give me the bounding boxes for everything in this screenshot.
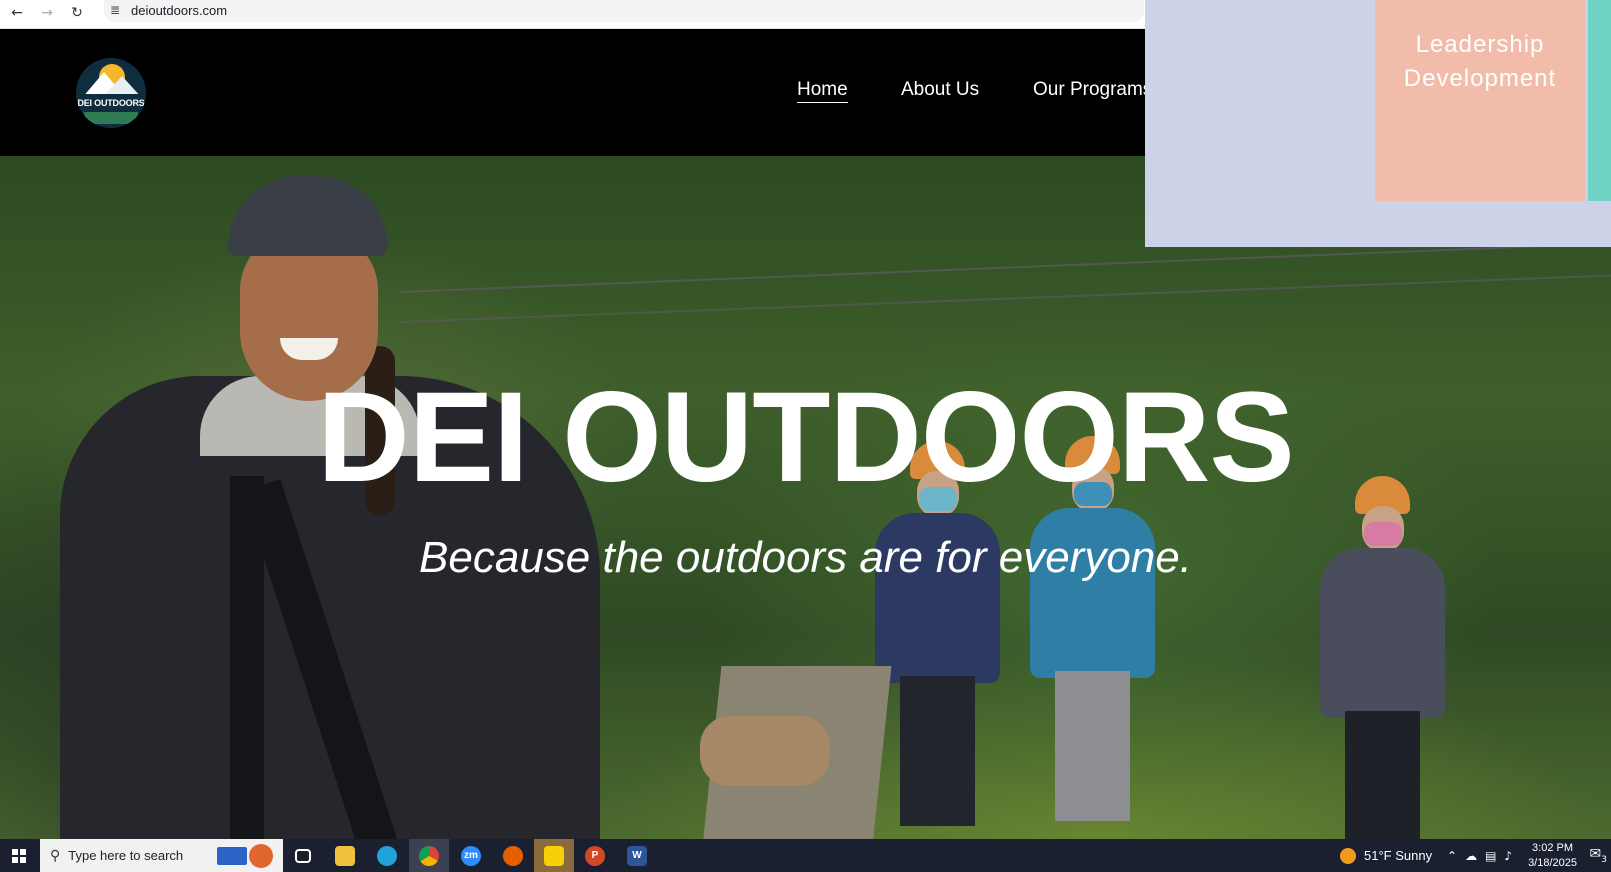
leadership-development-card[interactable]: Leadership Development — [1375, 0, 1585, 201]
back-button[interactable]: ← — [6, 2, 28, 24]
weather-text: 51°F Sunny — [1364, 848, 1433, 863]
zoom-icon[interactable]: zm — [451, 839, 491, 872]
nav-about-us[interactable]: About Us — [901, 79, 979, 101]
weather-widget[interactable]: 51°F Sunny — [1340, 839, 1432, 872]
onedrive-icon[interactable]: ☁ — [1465, 849, 1477, 863]
programs-dropdown-panel: Leadership Development — [1145, 0, 1611, 247]
nav-home[interactable]: Home — [797, 79, 848, 103]
glove — [700, 716, 830, 786]
network-icon[interactable]: ▤ — [1485, 849, 1496, 863]
search-placeholder: Type here to search — [68, 848, 184, 863]
word-icon[interactable]: W — [617, 839, 657, 872]
nav-our-programs[interactable]: Our Programs — [1033, 79, 1152, 101]
hero-photo-person — [1320, 476, 1445, 839]
taskbar-search[interactable]: ⚲ Type here to search — [40, 839, 283, 872]
start-button[interactable] — [0, 839, 38, 872]
search-icon: ⚲ — [50, 847, 61, 864]
volume-icon[interactable]: ♪ — [1504, 849, 1512, 863]
dei-outdoors-logo[interactable]: DEI OUTDOORS — [76, 58, 146, 128]
notification-icon[interactable]: ✉3 — [1590, 846, 1607, 865]
address-bar[interactable]: ≣ deioutdoors.com — [104, 0, 1144, 22]
hero-section: DEI OUTDOORS Because the outdoors are fo… — [0, 156, 1611, 839]
powerpoint-icon[interactable]: P — [575, 839, 615, 872]
sticky-notes-icon[interactable] — [534, 839, 574, 872]
edge-icon[interactable] — [367, 839, 407, 872]
windows-icon — [12, 848, 26, 863]
logo-text: DEI OUTDOORS — [76, 94, 146, 112]
clock-time: 3:02 PM — [1532, 842, 1574, 854]
windows-taskbar: ⚲ Type here to search zm P W 51°F Sunny … — [0, 839, 1611, 872]
leadership-development-label: Leadership Development — [1403, 31, 1557, 92]
reload-button[interactable]: ↻ — [66, 2, 88, 24]
chrome-icon[interactable] — [409, 839, 449, 872]
chevron-up-icon[interactable]: ⌃ — [1447, 849, 1457, 863]
clock-date: 3/18/2025 — [1528, 857, 1577, 869]
file-explorer-icon[interactable] — [325, 839, 365, 872]
notification-count: 3 — [1601, 854, 1607, 865]
system-tray[interactable]: ⌃ ☁ ▤ ♪ — [1447, 839, 1512, 872]
url-text[interactable]: deioutdoors.com — [131, 3, 227, 18]
forward-button[interactable]: → — [36, 2, 58, 24]
sun-icon — [1340, 847, 1356, 864]
hero-title: DEI OUTDOORS — [317, 366, 1295, 509]
site-info-icon[interactable]: ≣ — [110, 3, 120, 17]
next-program-card[interactable] — [1588, 0, 1611, 201]
firefox-icon[interactable] — [493, 839, 533, 872]
clock[interactable]: 3:02 PM 3/18/2025 — [1528, 841, 1577, 871]
hero-tagline: Because the outdoors are for everyone. — [419, 533, 1192, 582]
task-view-icon[interactable] — [283, 839, 323, 872]
search-highlight-widget[interactable] — [217, 843, 279, 868]
